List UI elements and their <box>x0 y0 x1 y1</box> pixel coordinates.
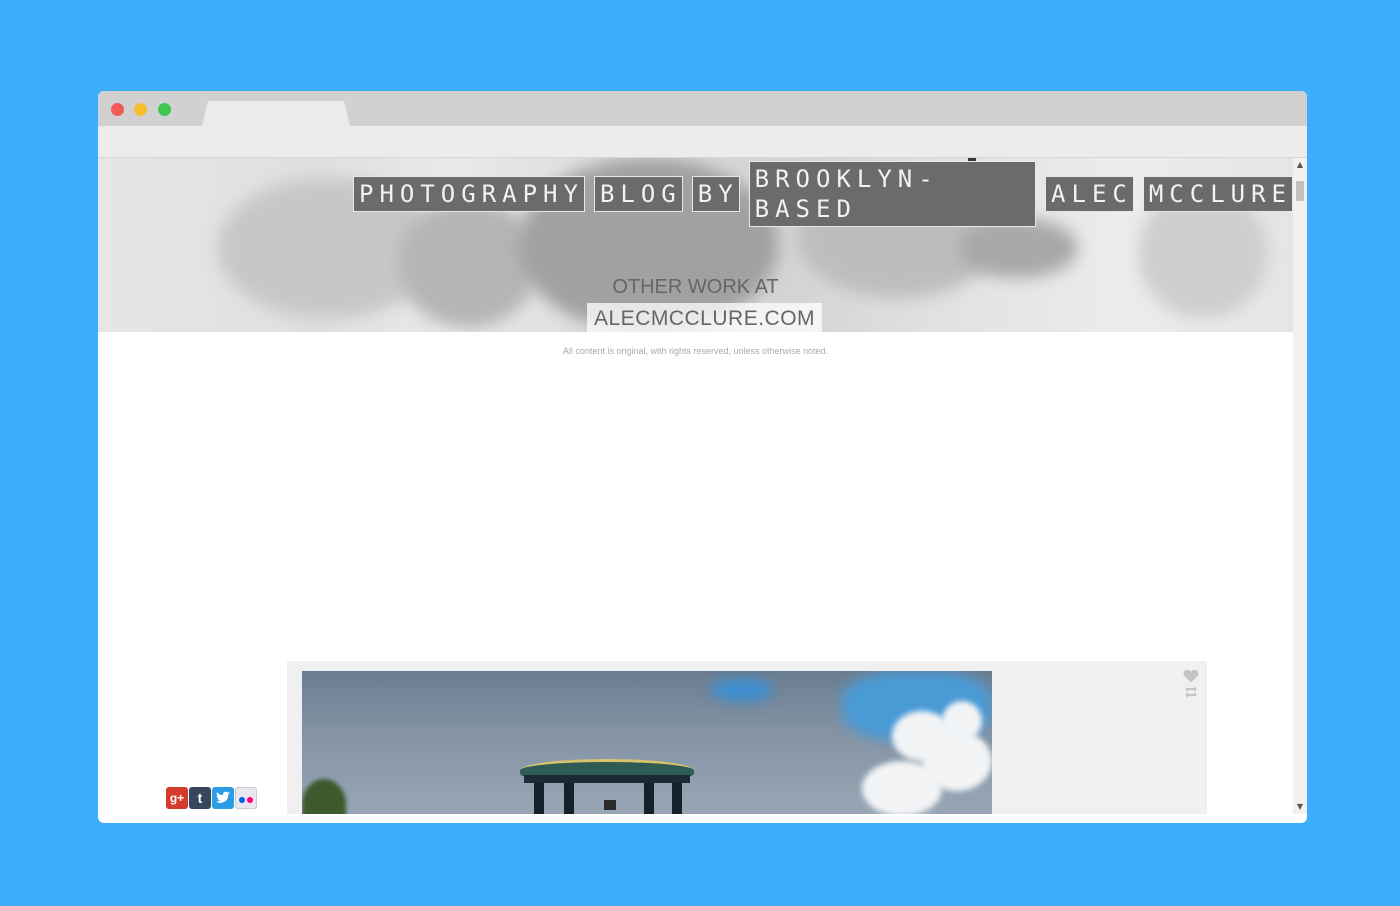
heart-icon[interactable] <box>1183 669 1199 683</box>
tumblr-icon[interactable]: t <box>189 787 211 809</box>
title-word: BY <box>691 176 740 212</box>
rights-notice: All content is original, with rights res… <box>562 346 829 356</box>
scrollbar-thumb[interactable] <box>1296 181 1304 201</box>
browser-tab[interactable] <box>202 101 350 126</box>
photo-sky <box>712 679 772 701</box>
photo-gazebo-beam <box>524 775 690 783</box>
photo-tree <box>302 779 346 814</box>
title-word: BLOG <box>593 176 683 212</box>
photo-gazebo-pillar <box>534 783 544 814</box>
browser-window: PHOTOGRAPHY BLOG BY BROOKLYN-BASED ALEC … <box>98 91 1307 823</box>
flickr-pink-dot <box>247 797 253 803</box>
browser-titlebar <box>98 91 1307 126</box>
photo-cloud <box>942 701 982 741</box>
photo-gazebo-pillar <box>564 783 574 814</box>
photo-gazebo-pillar <box>644 783 654 814</box>
close-window-button[interactable] <box>111 103 124 116</box>
other-work-label: OTHER WORK AT <box>612 276 779 298</box>
title-word: ALEC <box>1045 176 1134 212</box>
flickr-icon[interactable] <box>235 787 257 809</box>
browser-toolbar <box>98 126 1307 158</box>
photo-gazebo-roof <box>520 759 694 776</box>
twitter-icon[interactable] <box>212 787 234 809</box>
photo-gazebo-pillar <box>672 783 682 814</box>
google-plus-icon[interactable]: g+ <box>166 787 188 809</box>
photo-post <box>287 661 1207 814</box>
scroll-down-icon[interactable]: ▼ <box>1293 800 1307 814</box>
page-viewport: PHOTOGRAPHY BLOG BY BROOKLYN-BASED ALEC … <box>98 158 1293 814</box>
social-links: g+ t <box>166 787 257 809</box>
flickr-blue-dot <box>239 797 245 803</box>
title-word: MCCLURE <box>1142 176 1293 212</box>
vertical-scrollbar[interactable]: ▲ ▼ <box>1293 158 1307 814</box>
scroll-up-icon[interactable]: ▲ <box>1293 158 1307 172</box>
minimize-window-button[interactable] <box>134 103 147 116</box>
blog-header: PHOTOGRAPHY BLOG BY BROOKLYN-BASED ALEC … <box>98 158 1293 332</box>
title-word: BROOKLYN-BASED <box>748 161 1037 227</box>
title-word: PHOTOGRAPHY <box>353 176 585 212</box>
twitter-bird-icon <box>216 791 230 803</box>
maximize-window-button[interactable] <box>158 103 171 116</box>
blog-title[interactable]: PHOTOGRAPHY BLOG BY BROOKLYN-BASED ALEC … <box>353 161 1293 227</box>
post-photo[interactable] <box>302 671 992 814</box>
photo-chimney <box>604 800 616 810</box>
portfolio-link[interactable]: ALECMCCLURE.COM <box>587 303 823 332</box>
photo-cloud <box>862 761 942 814</box>
reblog-icon[interactable] <box>1183 685 1199 699</box>
